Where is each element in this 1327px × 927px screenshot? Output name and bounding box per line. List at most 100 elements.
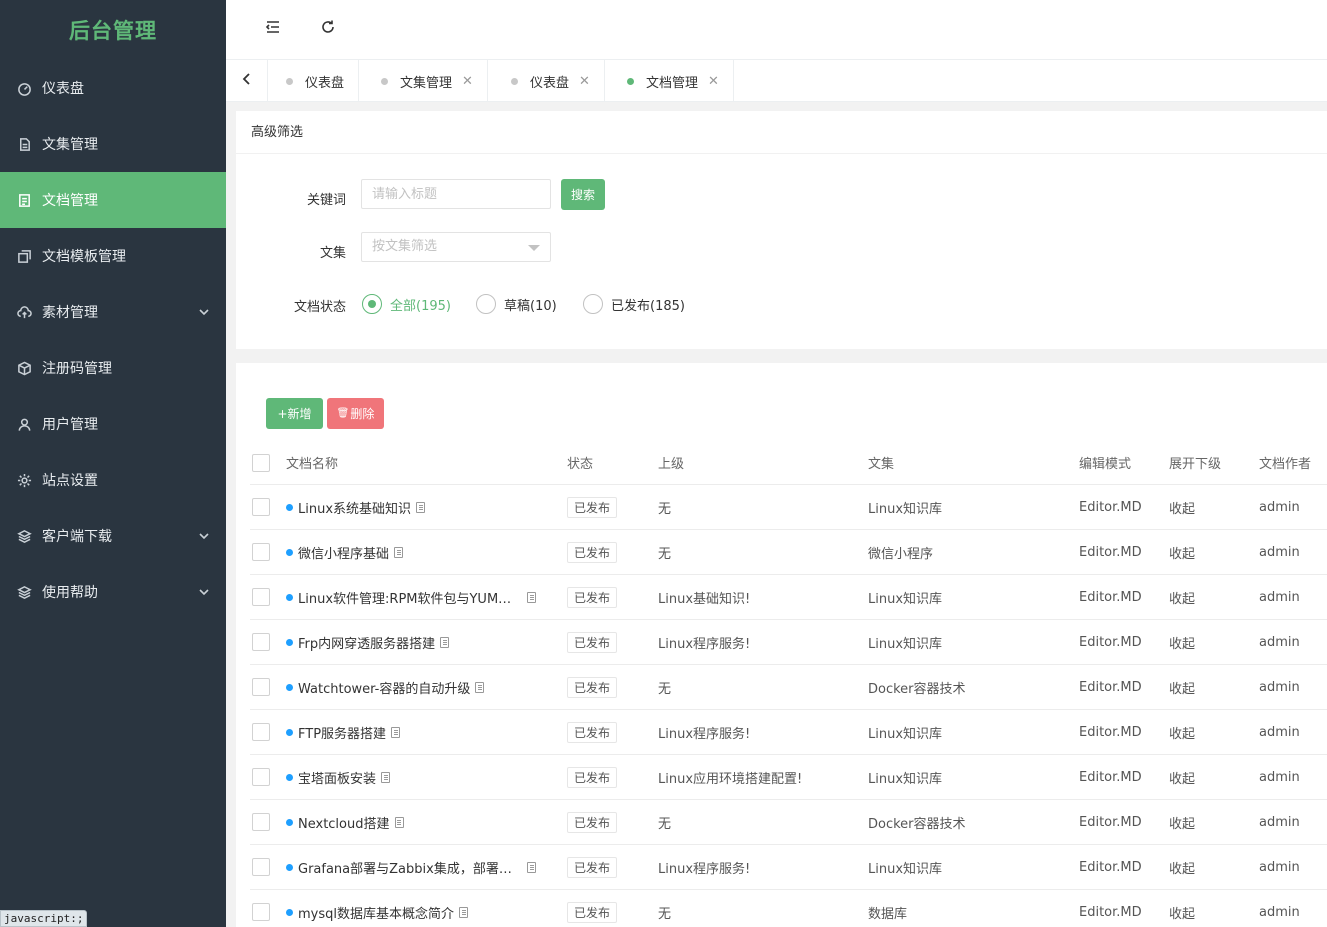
chevron-down-icon	[198, 530, 210, 542]
sidebar-item-7[interactable]: 站点设置	[0, 452, 226, 508]
status-radio-all[interactable]: 全部(195)	[362, 294, 451, 314]
row-checkbox[interactable]	[252, 588, 270, 606]
add-button[interactable]: +新增	[266, 398, 323, 429]
collapse-menu-icon	[265, 19, 281, 39]
refresh-button[interactable]	[317, 18, 339, 40]
bullet-dot	[286, 683, 293, 691]
doc-title-link[interactable]: Grafana部署与Zabbix集成，部署开源l...	[298, 858, 522, 877]
gear-icon	[16, 472, 32, 488]
collapse-menu-button[interactable]	[262, 18, 284, 40]
table-row: Linux软件管理:RPM软件包与YUM管理... 已发布 Linux基础知识! Li…	[250, 575, 1327, 620]
radio-checked-icon	[362, 294, 382, 314]
tab-1[interactable]: 文集管理 ✕	[363, 60, 488, 102]
collection-cell: Linux知识库	[868, 771, 943, 787]
radio-unchecked-icon	[476, 294, 496, 314]
status-cell: 已发布	[567, 710, 618, 754]
editor-cell: Editor.MD	[1079, 544, 1142, 560]
close-icon[interactable]: ✕	[462, 74, 473, 89]
document-icon	[391, 726, 401, 738]
tab-status-dot	[511, 77, 518, 85]
table-row: Nextcloud搭建 已发布 无 Docker容器技术 Editor.MD 收起 admi…	[250, 800, 1327, 845]
row-checkbox[interactable]	[252, 903, 270, 921]
trash-icon: 🗑︎	[336, 408, 350, 419]
collection-select[interactable]: 按文集筛选	[361, 232, 551, 262]
status-badge: 已发布	[567, 811, 618, 833]
brand-title: 后台管理	[69, 19, 157, 43]
sidebar-item-3[interactable]: 文档模板管理	[0, 228, 226, 284]
collection-cell: Linux知识库	[868, 861, 943, 877]
caret-down-icon	[528, 245, 540, 251]
sidebar-item-label: 客户端下载	[42, 529, 112, 545]
editor-cell: Editor.MD	[1079, 724, 1142, 740]
expand-cell: 收起	[1169, 501, 1196, 517]
sidebar-item-2[interactable]: 文档管理	[0, 172, 226, 228]
collection-cell: Linux知识库	[868, 636, 943, 652]
header-collection: 文集	[868, 457, 895, 472]
row-checkbox[interactable]	[252, 723, 270, 741]
tab-0[interactable]: 仪表盘	[268, 60, 360, 102]
tab-2[interactable]: 仪表盘 ✕	[493, 60, 605, 102]
doc-title-link[interactable]: Linux系统基础知识	[298, 498, 411, 517]
status-badge: 已发布	[567, 766, 618, 788]
keyword-input[interactable]	[361, 179, 551, 209]
doc-title-link[interactable]: Watchtower-容器的自动升级	[298, 678, 470, 697]
tab-scroll-left-button[interactable]	[226, 60, 268, 102]
collection-cell: Docker容器技术	[868, 681, 966, 697]
row-checkbox[interactable]	[252, 678, 270, 696]
document-table: 文档名称 状态 上级 文集 编辑模式 展开下级 文档作者 Linux系统基础知识…	[250, 441, 1327, 927]
row-checkbox[interactable]	[252, 543, 270, 561]
sidebar-item-label: 素材管理	[42, 305, 98, 321]
doc-title-link[interactable]: 微信小程序基础	[298, 543, 389, 562]
author-cell: admin	[1259, 544, 1300, 560]
row-checkbox[interactable]	[252, 498, 270, 516]
row-checkbox[interactable]	[252, 633, 270, 651]
tab-bar: 仪表盘 文集管理 ✕ 仪表盘 ✕ 文档管理 ✕	[226, 60, 1327, 102]
document-icon	[394, 816, 404, 828]
table-row: Watchtower-容器的自动升级 已发布 无 Docker容器技术 Editor.M…	[250, 665, 1327, 710]
sidebar-item-0[interactable]: 仪表盘	[0, 60, 226, 116]
row-checkbox[interactable]	[252, 813, 270, 831]
table-row: 宝塔面板安装 已发布 Linux应用环境搭建配置! Linux知识库 Editor.MD…	[250, 755, 1327, 800]
sidebar-item-4[interactable]: 素材管理	[0, 284, 226, 340]
table-row: FTP服务器搭建 已发布 Linux程序服务! Linux知识库 Editor.MD 收起…	[250, 710, 1327, 755]
expand-cell: 收起	[1169, 771, 1196, 787]
sidebar-item-1[interactable]: 文集管理	[0, 116, 226, 172]
doc-title-link[interactable]: Linux软件管理:RPM软件包与YUM管理...	[298, 588, 522, 607]
doc-title-link[interactable]: Frp内网穿透服务器搭建	[298, 633, 435, 652]
doc-name-cell: Linux软件管理:RPM软件包与YUM管理...	[286, 575, 536, 619]
status-badge: 已发布	[567, 676, 618, 698]
row-checkbox[interactable]	[252, 768, 270, 786]
close-icon[interactable]: ✕	[579, 74, 590, 89]
sidebar-item-5[interactable]: 注册码管理	[0, 340, 226, 396]
delete-button[interactable]: 🗑︎ 删除	[327, 398, 384, 429]
sidebar-item-8[interactable]: 客户端下载	[0, 508, 226, 564]
bullet-dot	[286, 548, 293, 556]
status-radio-draft[interactable]: 草稿(10)	[476, 294, 557, 314]
tab-3[interactable]: 文档管理 ✕	[609, 60, 734, 102]
tab-label: 文集管理	[400, 75, 453, 91]
status-radio-published[interactable]: 已发布(185)	[583, 294, 685, 314]
doc-title-link[interactable]: Nextcloud搭建	[298, 813, 390, 832]
search-button[interactable]: 搜索	[561, 179, 605, 210]
sidebar-item-label: 文集管理	[42, 137, 98, 153]
table-row: mysql数据库基本概念简介 已发布 无 数据库 Editor.MD 收起 admin	[250, 890, 1327, 927]
doc-name-cell: Grafana部署与Zabbix集成，部署开源l...	[286, 845, 536, 889]
author-cell: admin	[1259, 814, 1300, 830]
chevron-down-icon	[198, 586, 210, 598]
doc-title-link[interactable]: FTP服务器搭建	[298, 723, 386, 742]
sidebar-item-9[interactable]: 使用帮助	[0, 564, 226, 620]
doc-title-link[interactable]: mysql数据库基本概念简介	[298, 903, 454, 922]
doc-title-link[interactable]: 宝塔面板安装	[298, 768, 376, 787]
row-checkbox[interactable]	[252, 858, 270, 876]
document-icon	[440, 636, 450, 648]
tab-status-dot	[381, 77, 388, 85]
status-cell: 已发布	[567, 485, 618, 529]
editor-cell: Editor.MD	[1079, 589, 1142, 605]
doc-name-cell: FTP服务器搭建	[286, 710, 536, 754]
select-all-checkbox[interactable]	[252, 454, 270, 472]
close-icon[interactable]: ✕	[708, 74, 719, 89]
sidebar-item-6[interactable]: 用户管理	[0, 396, 226, 452]
sidebar-item-label: 仪表盘	[42, 81, 84, 97]
status-badge: 已发布	[567, 901, 618, 923]
collection-select-placeholder: 按文集筛选	[372, 239, 438, 254]
